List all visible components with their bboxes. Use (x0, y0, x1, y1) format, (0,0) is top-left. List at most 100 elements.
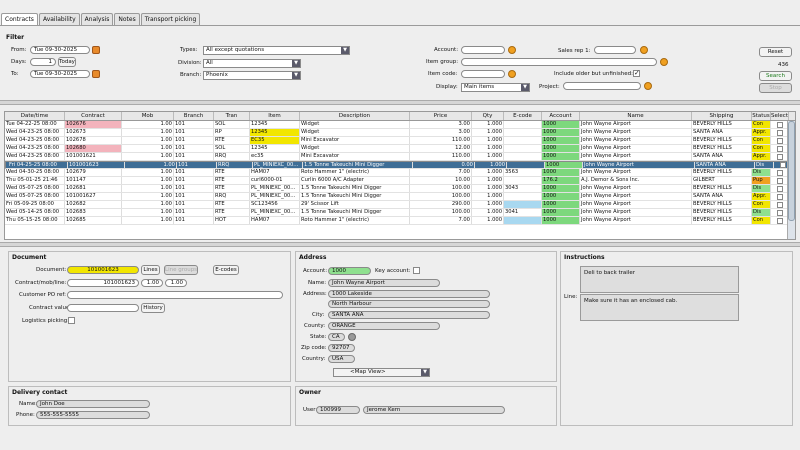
table-row[interactable]: Wed 04-23-25 08:00 102680 1.00 101 SOL 12345 W… (5, 145, 795, 153)
table-row[interactable]: Thu 05-01-25 21:46 101147 1.00 101 RTE curl60… (5, 177, 795, 185)
from-date-field[interactable]: Tue 09-30-2025 (30, 46, 90, 54)
owner-user-name-field[interactable]: Jerome Kern (363, 406, 505, 414)
column-header[interactable]: Status (752, 112, 771, 120)
display-select[interactable]: Main items ▼ (461, 83, 530, 92)
customer-po-field[interactable] (67, 291, 283, 299)
sales-rep-search-icon[interactable] (640, 46, 648, 54)
row-select-checkbox[interactable] (776, 121, 783, 128)
today-button[interactable]: Today (58, 57, 76, 67)
owner-user-id-field[interactable]: 100999 (316, 406, 360, 414)
division-select[interactable]: All ▼ (203, 59, 301, 68)
column-header[interactable]: Date/time (5, 112, 65, 120)
table-row[interactable]: Thu 05-15-25 08:00 102685 1.00 101 HOT HAM07 R… (5, 217, 795, 225)
table-row[interactable]: Wed 05-07-25 08:00 101001627 1.00 101 RRQ PL_… (5, 193, 795, 201)
chevron-down-icon[interactable]: ▼ (292, 60, 300, 67)
from-calendar-icon[interactable] (92, 46, 100, 54)
address-line2-field[interactable]: North Harbour (328, 300, 490, 308)
logistics-checkbox[interactable] (68, 317, 75, 324)
address-line1-field[interactable]: 1000 Lakeside (328, 290, 490, 298)
column-header[interactable]: Description (300, 112, 410, 120)
column-header[interactable]: Name (580, 112, 692, 120)
project-field[interactable] (563, 82, 641, 90)
row-select-checkbox[interactable] (776, 209, 783, 216)
column-header[interactable]: Branch (174, 112, 214, 120)
days-field[interactable]: 1 (30, 58, 56, 66)
row-select-checkbox[interactable] (776, 129, 783, 136)
column-header[interactable]: Tran (214, 112, 250, 120)
to-date-field[interactable]: Tue 09-30-2025 (30, 70, 90, 78)
account-search-icon[interactable] (508, 46, 516, 54)
branch-select[interactable]: Phoenix ▼ (203, 71, 301, 80)
city-field[interactable]: SANTA ANA (328, 311, 490, 319)
item-code-field[interactable] (461, 70, 505, 78)
column-header[interactable]: Qty (472, 112, 504, 120)
table-row[interactable]: Wed 05-14-25 08:00 102683 1.00 101 RTE PL_MIN… (5, 209, 795, 217)
chevron-down-icon[interactable]: ▼ (421, 369, 429, 376)
column-header[interactable]: Mob (122, 112, 174, 120)
row-select-checkbox[interactable] (776, 201, 783, 208)
history-button[interactable]: History (141, 303, 165, 313)
chevron-down-icon[interactable]: ▼ (341, 47, 349, 54)
reset-button[interactable]: Reset (759, 47, 792, 57)
country-field[interactable]: USA (328, 355, 355, 363)
sales-rep-field[interactable] (594, 46, 636, 54)
map-view-select[interactable]: <Map View> ▼ (333, 368, 430, 377)
column-header[interactable]: Contract (65, 112, 122, 120)
row-select-checkbox[interactable] (776, 185, 783, 192)
include-older-checkbox[interactable]: ✓ (633, 69, 640, 77)
types-select[interactable]: All except quotations ▼ (203, 46, 350, 55)
table-splitter[interactable] (0, 242, 800, 247)
row-select-checkbox[interactable] (776, 153, 783, 160)
project-search-icon[interactable] (644, 82, 652, 90)
account-field[interactable] (461, 46, 505, 54)
zip-field[interactable]: 92707 (328, 344, 355, 352)
stop-button[interactable]: Stop (759, 83, 792, 93)
cml-line-field[interactable]: 1.00 (165, 279, 187, 287)
row-select-checkbox[interactable] (776, 169, 783, 176)
column-header[interactable]: Item (250, 112, 300, 120)
line-instructions-text[interactable]: Make sure it has an enclosed cab. (580, 294, 739, 321)
e-codes-button[interactable]: E-codes (213, 265, 239, 275)
contact-name-field[interactable]: John Doe (36, 400, 150, 408)
line-groups-button[interactable]: Line groups (164, 265, 198, 275)
cml-contract-field[interactable]: 101001623 (67, 279, 139, 287)
column-header[interactable]: Account (542, 112, 580, 120)
table-row[interactable]: Wed 04-23-25 08:00 102673 1.00 101 RP 12345 Wi… (5, 129, 795, 137)
row-select-checkbox[interactable] (776, 217, 783, 224)
row-select-checkbox[interactable] (776, 137, 783, 144)
to-calendar-icon[interactable] (92, 70, 100, 78)
table-scrollbar[interactable] (787, 121, 795, 239)
table-row[interactable]: Wed 04-23-25 08:00 102678 1.00 101 RTE EC35 Mi… (5, 137, 795, 145)
table-row[interactable]: Fri 04-25-25 08:00 101001623 1.00 101 RRQ PL_… (5, 161, 795, 169)
table-row[interactable]: Wed 05-07-25 08:00 102681 1.00 101 RTE PL_MIN… (5, 185, 795, 193)
column-header[interactable]: Shipping (692, 112, 752, 120)
scrollbar-thumb[interactable] (788, 121, 795, 221)
instructions-text[interactable]: Deli to back trailer (580, 266, 739, 293)
search-button[interactable]: Search (759, 71, 792, 81)
row-select-checkbox[interactable] (776, 177, 783, 184)
item-code-search-icon[interactable] (508, 70, 516, 78)
row-select-checkbox[interactable] (776, 145, 783, 152)
item-group-search-icon[interactable] (660, 58, 668, 66)
column-header[interactable]: Price (410, 112, 472, 120)
item-group-field[interactable] (461, 58, 657, 66)
contract-value-field[interactable] (67, 304, 139, 312)
table-row[interactable]: Wed 04-30-25 08:00 102679 1.00 101 RTE HAM07 R… (5, 169, 795, 177)
state-lookup-icon[interactable] (348, 333, 356, 341)
table-row[interactable]: Fri 05-09-25 08:00 102682 1.00 101 RTE SC1234… (5, 201, 795, 209)
key-account-checkbox[interactable] (413, 267, 420, 274)
tab-availability[interactable]: Availability (38, 13, 80, 25)
row-select-checkbox[interactable] (776, 193, 783, 200)
tab-transport-picking[interactable]: Transport picking (140, 13, 201, 25)
column-header[interactable]: Select (771, 112, 789, 120)
cml-mob-field[interactable]: 1.00 (141, 279, 163, 287)
tab-analysis[interactable]: Analysis (80, 13, 114, 25)
chevron-down-icon[interactable]: ▼ (521, 84, 529, 91)
column-header[interactable]: E-code (504, 112, 542, 120)
tab-notes[interactable]: Notes (114, 13, 140, 25)
county-field[interactable]: ORANGE (328, 322, 440, 330)
chevron-down-icon[interactable]: ▼ (292, 72, 300, 79)
address-account-field[interactable]: 1000 (328, 267, 371, 275)
filter-splitter[interactable] (0, 100, 800, 105)
table-row[interactable]: Wed 04-23-25 08:00 101001621 1.00 101 RRQ ec3… (5, 153, 795, 161)
